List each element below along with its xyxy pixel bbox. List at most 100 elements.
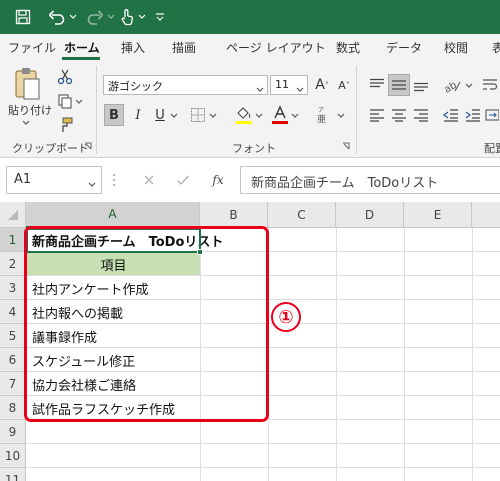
column-header-d[interactable]: D bbox=[336, 202, 404, 228]
phonetic-guide-icon[interactable]: ア亜 bbox=[312, 104, 336, 126]
font-size-select[interactable]: 11 bbox=[270, 75, 308, 95]
align-center-icon[interactable] bbox=[388, 104, 410, 126]
column-header-f[interactable] bbox=[472, 202, 500, 228]
svg-text:亜: 亜 bbox=[317, 114, 326, 125]
align-top-icon[interactable] bbox=[366, 74, 388, 96]
align-middle-icon[interactable] bbox=[388, 74, 410, 96]
tab-view[interactable]: 表 bbox=[492, 39, 500, 56]
row-header-1[interactable]: 1 bbox=[0, 228, 26, 252]
row-header-4[interactable]: 4 bbox=[0, 300, 26, 324]
undo-dropdown-icon[interactable] bbox=[68, 6, 78, 28]
name-box[interactable]: A1 bbox=[6, 166, 102, 194]
column-header-e[interactable]: E bbox=[404, 202, 472, 228]
enter-icon[interactable] bbox=[172, 170, 194, 190]
tab-file[interactable]: ファイル bbox=[8, 39, 56, 56]
tab-draw[interactable]: 描画 bbox=[172, 39, 196, 56]
bold-button[interactable]: B bbox=[104, 104, 124, 126]
wrap-text-icon[interactable] bbox=[480, 74, 500, 96]
column-header-b[interactable]: B bbox=[200, 202, 268, 228]
orientation-dropdown-icon[interactable] bbox=[464, 82, 474, 90]
svg-text:ab: ab bbox=[443, 80, 459, 93]
font-color-icon[interactable] bbox=[270, 104, 290, 126]
title-bar bbox=[0, 0, 500, 34]
underline-button[interactable]: U bbox=[150, 104, 170, 126]
undo-icon[interactable] bbox=[46, 6, 68, 28]
row-header-6[interactable]: 6 bbox=[0, 348, 26, 372]
touch-dropdown-icon[interactable] bbox=[137, 6, 147, 28]
cancel-icon[interactable] bbox=[138, 170, 160, 190]
tab-home[interactable]: ホーム bbox=[64, 39, 100, 56]
tab-page-layout[interactable]: ページ レイアウト bbox=[226, 39, 326, 56]
callout-box bbox=[24, 226, 269, 422]
shrink-font-label: A bbox=[338, 78, 346, 92]
touch-mode-icon[interactable] bbox=[118, 6, 136, 28]
formula-input[interactable]: 新商品企画チーム ToDoリスト bbox=[240, 166, 500, 194]
orientation-icon[interactable]: ab bbox=[440, 74, 464, 96]
tab-review[interactable]: 校閲 bbox=[444, 39, 468, 56]
font-dialog-launcher-icon[interactable] bbox=[342, 142, 350, 152]
grow-font-label: A bbox=[315, 77, 325, 93]
shrink-font-icon: ˅ bbox=[345, 80, 350, 90]
borders-dropdown-icon[interactable] bbox=[208, 112, 218, 120]
worksheet-grid[interactable]: A B C D E 1 2 3 4 5 6 7 8 9 10 11 新商品企画チ… bbox=[0, 202, 500, 481]
decrease-indent-icon[interactable] bbox=[440, 104, 462, 126]
gridline bbox=[26, 443, 500, 444]
redo-icon[interactable] bbox=[84, 6, 106, 28]
italic-button[interactable]: I bbox=[128, 104, 148, 126]
paste-dropdown-icon[interactable] bbox=[18, 118, 34, 128]
align-left-icon[interactable] bbox=[366, 104, 388, 126]
increase-indent-icon[interactable] bbox=[462, 104, 484, 126]
font-size-dropdown-icon bbox=[296, 82, 304, 96]
align-bottom-icon[interactable] bbox=[410, 74, 432, 96]
underline-dropdown-icon[interactable] bbox=[169, 112, 179, 120]
borders-icon[interactable] bbox=[188, 105, 208, 125]
tab-formulas[interactable]: 数式 bbox=[336, 39, 360, 56]
fill-color-icon[interactable] bbox=[234, 104, 254, 126]
paste-button[interactable]: 貼り付け bbox=[6, 103, 54, 117]
paste-icon[interactable] bbox=[10, 66, 44, 102]
shrink-font-button[interactable]: A ˅ bbox=[334, 75, 354, 95]
font-color-dropdown-icon[interactable] bbox=[290, 112, 300, 120]
grow-font-button[interactable]: A ˄ bbox=[312, 75, 332, 95]
fill-color-dropdown-icon[interactable] bbox=[254, 112, 264, 120]
row-header-3[interactable]: 3 bbox=[0, 276, 26, 300]
row-header-7[interactable]: 7 bbox=[0, 372, 26, 396]
select-all-button[interactable] bbox=[0, 202, 26, 228]
tab-insert[interactable]: 挿入 bbox=[121, 39, 145, 56]
row-header-2[interactable]: 2 bbox=[0, 252, 26, 276]
row-header-10[interactable]: 10 bbox=[0, 444, 26, 468]
font-name-select[interactable]: 游ゴシック bbox=[103, 75, 268, 95]
grow-font-icon: ˄ bbox=[324, 80, 329, 90]
font-group-label: フォント bbox=[232, 142, 276, 155]
copy-icon[interactable] bbox=[56, 92, 74, 110]
name-box-value: A1 bbox=[14, 172, 32, 187]
gridline bbox=[26, 467, 500, 468]
ribbon-separator bbox=[356, 66, 357, 154]
format-painter-icon[interactable] bbox=[56, 116, 74, 134]
customize-qat-icon[interactable] bbox=[153, 6, 167, 28]
save-icon[interactable] bbox=[12, 6, 34, 28]
formula-bar: A1 fx 新商品企画チーム ToDoリスト bbox=[0, 158, 500, 202]
font-name-dropdown-icon bbox=[256, 82, 264, 96]
row-header-9[interactable]: 9 bbox=[0, 420, 26, 444]
row-header-8[interactable]: 8 bbox=[0, 396, 26, 420]
phonetic-dropdown-icon[interactable] bbox=[336, 112, 346, 120]
tab-data[interactable]: データ bbox=[386, 39, 422, 56]
callout-number: ① bbox=[271, 302, 301, 332]
formula-bar-grip-icon[interactable] bbox=[112, 172, 116, 188]
clipboard-dialog-launcher-icon[interactable] bbox=[84, 142, 92, 152]
row-header-11[interactable]: 11 bbox=[0, 468, 26, 481]
font-size-value: 11 bbox=[275, 78, 289, 91]
insert-function-button[interactable]: fx bbox=[206, 170, 230, 190]
cut-icon[interactable] bbox=[56, 68, 74, 86]
redo-dropdown-icon[interactable] bbox=[106, 6, 116, 28]
ribbon-separator bbox=[96, 66, 97, 154]
alignment-group-label: 配置 bbox=[484, 142, 500, 155]
row-header-5[interactable]: 5 bbox=[0, 324, 26, 348]
column-header-c[interactable]: C bbox=[268, 202, 336, 228]
merge-center-icon[interactable] bbox=[484, 104, 500, 126]
copy-dropdown-icon[interactable] bbox=[74, 98, 84, 106]
formula-content: 新商品企画チーム ToDoリスト bbox=[251, 176, 439, 191]
column-header-a[interactable]: A bbox=[26, 202, 200, 228]
align-right-icon[interactable] bbox=[410, 104, 432, 126]
